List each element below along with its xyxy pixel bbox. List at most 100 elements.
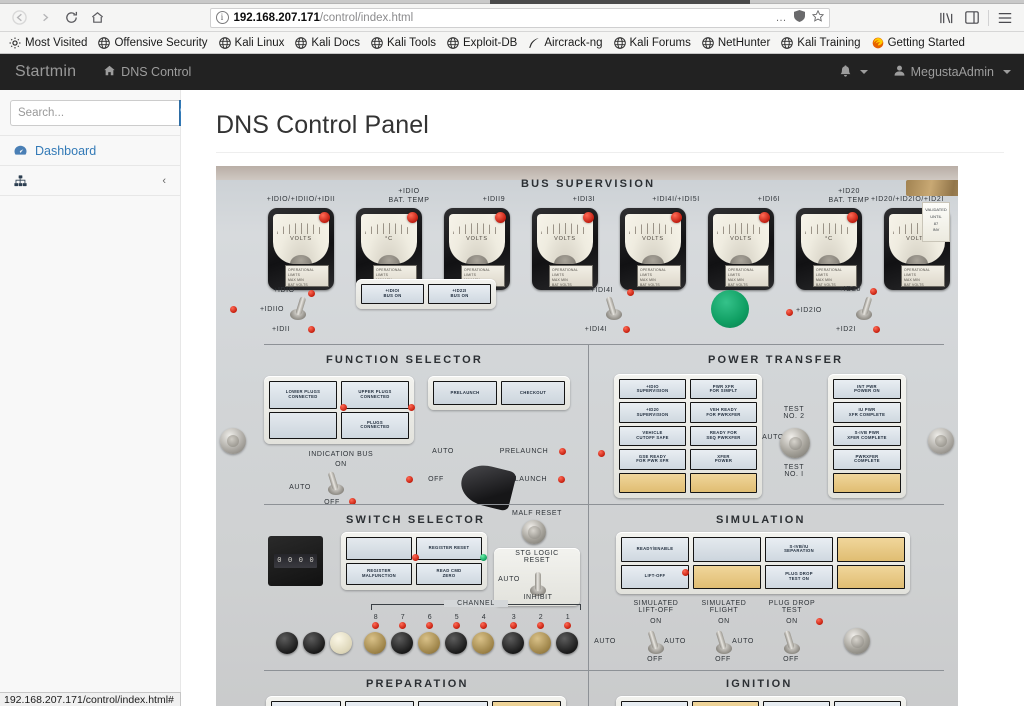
- channel-button-2[interactable]: [529, 632, 551, 654]
- channel-button-6[interactable]: [418, 632, 440, 654]
- dashboard-icon: [14, 145, 27, 157]
- browser-tabstrip: [0, 0, 1024, 4]
- chevron-left-icon[interactable]: ‹: [162, 175, 166, 187]
- bookmark-kali-linux[interactable]: Kali Linux: [214, 36, 291, 50]
- preparation-annunciators[interactable]: SOURCEPRESSURE SAFETY SWARMED FUEL ENGIN…: [266, 696, 566, 706]
- stg-logic-toggle[interactable]: [530, 570, 546, 596]
- led-indicator: [873, 326, 880, 333]
- globe-icon: [702, 36, 714, 49]
- globe-icon: [781, 36, 794, 49]
- plug-drop-toggle[interactable]: [783, 628, 800, 654]
- toggle-switch-id20[interactable]: [856, 294, 873, 320]
- plug-drop-off: OFF: [783, 656, 799, 663]
- url-host: 192.168.207.171: [233, 11, 320, 24]
- counter-digit-2: 0: [298, 557, 303, 565]
- function-selector-annunciators-left[interactable]: LOWER PLUGS CONNECTED UPPER PLUGS CONNECTE…: [264, 376, 414, 444]
- bookmark-star-icon[interactable]: [811, 9, 824, 25]
- channel-button-b[interactable]: [303, 632, 325, 654]
- section-divider-2: [264, 504, 944, 505]
- inspection-sticker: VALIDATED UNTIL 87 INV: [922, 202, 950, 242]
- bookmark-kali-training[interactable]: Kali Training: [776, 36, 866, 50]
- indication-bus-toggle[interactable]: [327, 469, 344, 495]
- globe-icon: [218, 36, 231, 49]
- home-button[interactable]: [84, 7, 110, 29]
- bookmark-label: Kali Linux: [234, 36, 285, 49]
- back-button[interactable]: [6, 7, 32, 29]
- channel-button-7[interactable]: [391, 632, 413, 654]
- bookmark-getting-started[interactable]: Getting Started: [867, 36, 971, 50]
- bookmark-offensive-security[interactable]: Offensive Security: [93, 36, 213, 50]
- gauge-unit-3: VOLTS: [554, 236, 576, 242]
- channel-button-c[interactable]: [330, 632, 352, 654]
- bookmark-kali-tools[interactable]: Kali Tools: [366, 36, 442, 50]
- gauge-unit-2: VOLTS: [466, 236, 488, 242]
- fs-ann-checkout: CHECKOUT: [502, 382, 564, 404]
- brand-startmin[interactable]: Startmin: [0, 63, 91, 81]
- power-transfer-annunciators-left[interactable]: +IDIO SUPERVISION +ID20 SUPERVISION VEHICL…: [614, 374, 762, 498]
- bus-on-indicators[interactable]: +IDIOI BUS ON +ID22I BUS ON: [356, 279, 496, 309]
- pt-r-1: IU PWR XFR COMPLETE: [834, 403, 900, 422]
- sim-ann-0: READY/ENABLE: [622, 538, 688, 561]
- menu-icon[interactable]: [992, 7, 1018, 29]
- navbar-links: DNS Control: [91, 54, 204, 90]
- page-actions-icon[interactable]: …: [776, 12, 787, 24]
- bookmark-label: Offensive Security: [114, 36, 208, 49]
- nav-link-dns-control[interactable]: DNS Control: [91, 54, 204, 90]
- bookmark-label: NetHunter: [717, 36, 771, 49]
- led-indicator: [559, 448, 566, 455]
- malf-reset-button[interactable]: [522, 520, 546, 544]
- toggle-label-idi4i: +IDI4I: [584, 326, 608, 333]
- sidebar-item-sitemap[interactable]: ‹: [0, 166, 180, 196]
- main-content: DNS Control Panel BUS SUPERVISION +IDIO/…: [181, 90, 1024, 706]
- ignition-annunciators[interactable]: PREMATUREIGNITION SAFE SAFE ARMED BARBER…: [616, 696, 906, 706]
- reload-button[interactable]: [58, 7, 84, 29]
- user-dropdown[interactable]: MegustaAdmin: [881, 54, 1024, 90]
- channel-button-1[interactable]: [556, 632, 578, 654]
- forward-button[interactable]: [32, 7, 58, 29]
- toggle-switch-idi4i[interactable]: [605, 294, 622, 320]
- power-transfer-annunciators-right[interactable]: INT PWR POWER ON IU PWR XFR COMPLETE S-IVB…: [828, 374, 906, 498]
- bookmark-label: Aircrack-ng: [544, 36, 603, 49]
- bookmark-aircrack-ng[interactable]: Aircrack-ng: [523, 36, 608, 50]
- channel-button-a[interactable]: [276, 632, 298, 654]
- active-tab[interactable]: [490, 0, 750, 4]
- simulation-extra-knob[interactable]: [844, 628, 870, 654]
- indication-bus-title: INDICATION BUS: [308, 451, 374, 458]
- library-icon[interactable]: [933, 7, 959, 29]
- indication-bus-on: ON: [335, 461, 347, 468]
- sim-flight-auto: AUTO: [664, 638, 686, 645]
- gear-icon: [9, 36, 21, 49]
- switch-selector-annunciators[interactable]: REGISTER MALFUNCTION REGISTER RESET READ …: [341, 532, 487, 590]
- green-push-button[interactable]: [711, 290, 749, 328]
- sidebar-item-dashboard[interactable]: Dashboard: [0, 136, 180, 166]
- channel-button-4[interactable]: [472, 632, 494, 654]
- site-info-icon[interactable]: i: [215, 11, 229, 24]
- channel-button-8[interactable]: [364, 632, 386, 654]
- bookmark-kali-docs[interactable]: Kali Docs: [290, 36, 366, 50]
- bookmark-kali-forums[interactable]: Kali Forums: [609, 36, 697, 50]
- gauge-unit-6: °C: [825, 236, 833, 242]
- tracking-shield-icon[interactable]: [793, 10, 805, 25]
- fs-ann-0: LOWER PLUGS CONNECTED: [270, 382, 336, 408]
- bookmark-most-visited[interactable]: Most Visited: [4, 36, 93, 50]
- led-indicator: [627, 289, 634, 296]
- toggle-switch-idio[interactable]: [290, 294, 307, 320]
- notifications-dropdown[interactable]: [827, 54, 881, 90]
- gauge-tag: OPERATIONAL LIMITSMAX MINBAT VOLTSCURR M…: [725, 265, 769, 287]
- browser-chrome: i 192.168.207.171/control/index.html … M…: [0, 0, 1024, 54]
- stg-logic-reset-group[interactable]: STG LOGIC RESET AUTO INHIBIT: [494, 548, 580, 606]
- bookmark-exploit-db[interactable]: Exploit-DB: [442, 36, 523, 50]
- channel-button-5[interactable]: [445, 632, 467, 654]
- bookmark-nethunter[interactable]: NetHunter: [697, 36, 776, 50]
- globe-icon: [447, 36, 459, 49]
- address-bar[interactable]: i 192.168.207.171/control/index.html …: [209, 7, 830, 28]
- section-divider-1: [264, 344, 944, 345]
- gauge-5: VOLTS OPERATIONAL LIMITSMAX MINBAT VOLTSC…: [708, 208, 774, 290]
- simulation-annunciators[interactable]: READY/ENABLE LIFT-OFF S-IVB/IU SEPARATION…: [616, 532, 910, 594]
- test-selector-knob[interactable]: [780, 428, 810, 458]
- function-selector-annunciators-right[interactable]: PRELAUNCH CHECKOUT: [428, 376, 570, 410]
- gauge-6: °C OPERATIONAL LIMITSMAX MINBAT VOLTSCURR…: [796, 208, 862, 290]
- channel-button-3[interactable]: [502, 632, 524, 654]
- sidebar-icon[interactable]: [959, 7, 985, 29]
- search-input[interactable]: [10, 100, 179, 126]
